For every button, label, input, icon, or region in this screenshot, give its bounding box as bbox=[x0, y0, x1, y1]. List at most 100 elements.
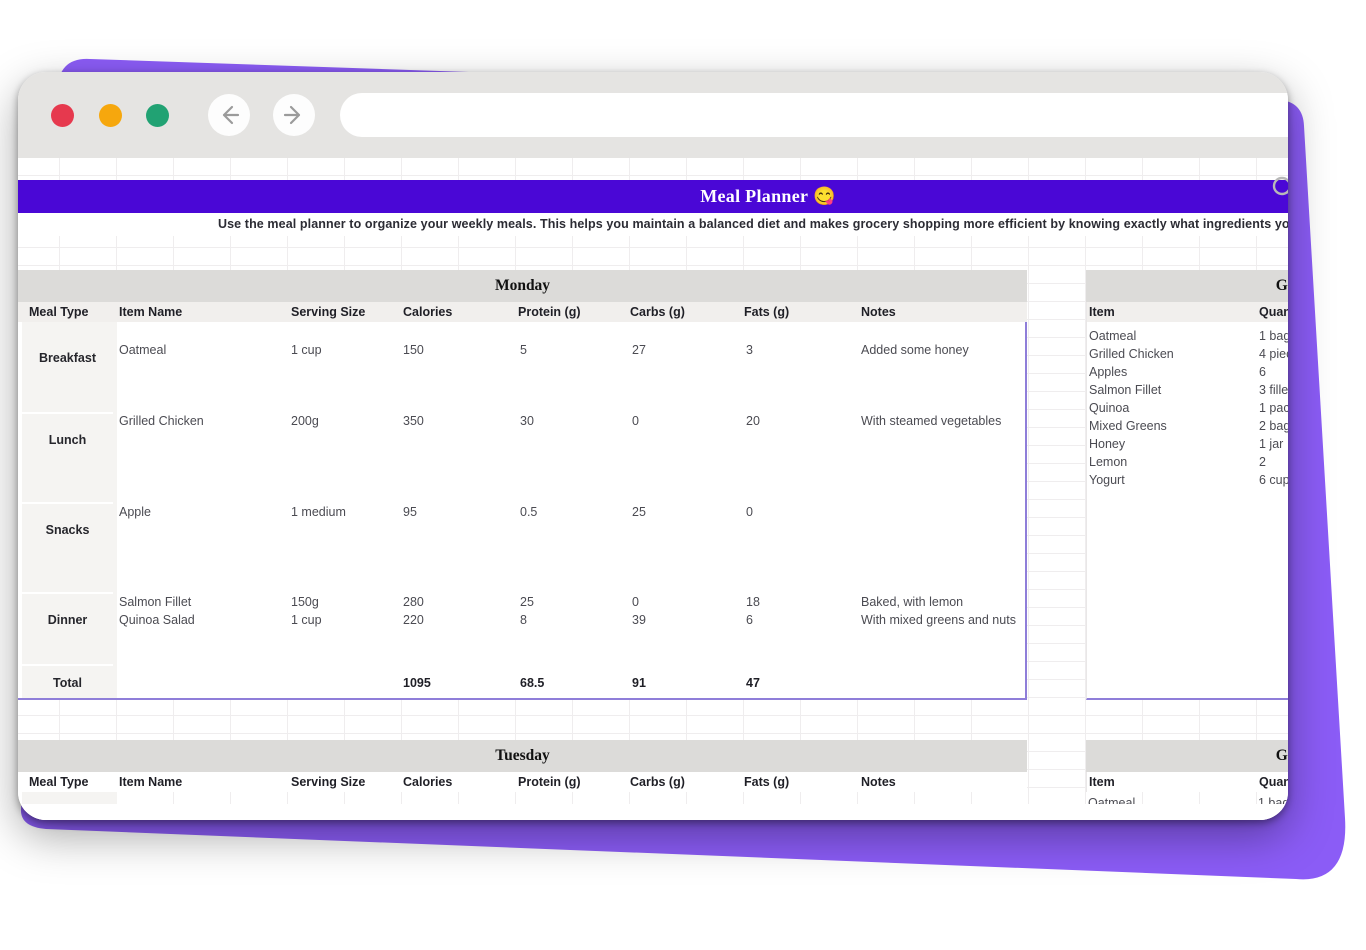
cell-item[interactable]: Quinoa Salad bbox=[119, 611, 195, 629]
cell-grocery-qty[interactable]: 4 pieces bbox=[1259, 345, 1288, 363]
cell-grocery-item[interactable]: Quinoa bbox=[1089, 399, 1129, 417]
cell-item[interactable]: Oatmeal bbox=[119, 341, 166, 359]
cell-protein[interactable]: 5 bbox=[520, 341, 527, 359]
cell-notes[interactable]: With mixed greens and nuts bbox=[861, 611, 1016, 629]
grocery-row[interactable]: Oatmeal 1 bag bbox=[1087, 327, 1288, 345]
cell-calories[interactable]: 95 bbox=[403, 503, 417, 521]
cell-total-calories[interactable]: 1095 bbox=[403, 674, 431, 692]
cell-serving[interactable]: 1 medium bbox=[291, 503, 346, 521]
cell-grocery-item[interactable]: Salmon Fillet bbox=[1089, 381, 1161, 399]
cell-calories[interactable]: 150 bbox=[403, 341, 424, 359]
table-row[interactable]: Oatmeal 1 cup 150 5 27 3 Added some hone… bbox=[18, 341, 1025, 359]
col-header-item-name: Item Name bbox=[119, 305, 183, 319]
col-header-calories: Calories bbox=[403, 775, 453, 789]
forward-button[interactable] bbox=[273, 94, 315, 136]
cell-grocery-item[interactable]: Oatmeal bbox=[1089, 327, 1136, 345]
grocery-row[interactable]: Yogurt 6 cups bbox=[1087, 471, 1288, 489]
cell-notes[interactable]: With steamed vegetables bbox=[861, 412, 1001, 430]
grocery-row[interactable]: Salmon Fillet 3 fillets bbox=[1087, 381, 1288, 399]
monday-banner[interactable]: Monday bbox=[18, 270, 1027, 302]
col-header-notes: Notes bbox=[861, 775, 896, 789]
cell-grocery-item[interactable]: Honey bbox=[1089, 435, 1125, 453]
sheet-title-bar[interactable] bbox=[18, 180, 1288, 213]
col-header-protein: Protein (g) bbox=[518, 775, 581, 789]
cell-serving[interactable]: 1 cup bbox=[291, 341, 322, 359]
cell-serving[interactable]: 200g bbox=[291, 412, 319, 430]
cell-fats[interactable]: 18 bbox=[746, 593, 760, 611]
address-bar-input[interactable] bbox=[340, 93, 1288, 137]
cell-total-fats[interactable]: 47 bbox=[746, 674, 760, 692]
grocery-row[interactable]: Grilled Chicken 4 pieces bbox=[1087, 345, 1288, 363]
cell-grocery-item[interactable]: Mixed Greens bbox=[1089, 417, 1167, 435]
cell-item[interactable]: Salmon Fillet bbox=[119, 593, 191, 611]
cell-carbs[interactable]: 0 bbox=[632, 412, 639, 430]
cell-grocery-qty[interactable]: 2 bbox=[1259, 453, 1266, 471]
cell-grocery-qty[interactable]: 1 jar bbox=[1259, 435, 1283, 453]
grocery-list-banner-tuesday[interactable]: Grocery List bbox=[1086, 740, 1288, 772]
spreadsheet: Meal Planner 😋 Use the meal planner to o… bbox=[18, 158, 1288, 820]
cell-grocery-qty[interactable]: 1 pack bbox=[1259, 399, 1288, 417]
grocery-header-row[interactable]: Item Quantity bbox=[1086, 302, 1288, 322]
cell-protein[interactable]: 25 bbox=[520, 593, 534, 611]
monday-header-row[interactable]: Meal Type Item Name Serving Size Calorie… bbox=[18, 302, 1027, 322]
col-header-quantity: Quantity bbox=[1259, 775, 1288, 789]
tuesday-banner[interactable]: Tuesday bbox=[18, 740, 1027, 772]
cell-grocery-item[interactable]: Grilled Chicken bbox=[1089, 345, 1174, 363]
cell-carbs[interactable]: 27 bbox=[632, 341, 646, 359]
cell-grocery-qty[interactable]: 1 bag bbox=[1259, 327, 1288, 345]
sheet-subtitle: Use the meal planner to organize your we… bbox=[218, 217, 1288, 231]
cell-total-carbs[interactable]: 91 bbox=[632, 674, 646, 692]
grocery-row[interactable]: Lemon 2 bbox=[1087, 453, 1288, 471]
meal-type-lunch[interactable]: Lunch bbox=[18, 431, 117, 449]
cell-serving[interactable]: 1 cup bbox=[291, 611, 322, 629]
cell-fats[interactable]: 0 bbox=[746, 503, 753, 521]
grocery-list-banner[interactable]: Grocery List bbox=[1086, 270, 1288, 302]
cell-protein[interactable]: 0.5 bbox=[520, 503, 537, 521]
grocery-row[interactable]: Apples 6 bbox=[1087, 363, 1288, 381]
maximize-window-button[interactable] bbox=[146, 104, 169, 127]
minimize-window-button[interactable] bbox=[99, 104, 122, 127]
cell-fats[interactable]: 20 bbox=[746, 412, 760, 430]
col-header-serving-size: Serving Size bbox=[291, 305, 366, 319]
cell-notes[interactable]: Baked, with lemon bbox=[861, 593, 963, 611]
grocery-list-banner-label: Grocery List bbox=[1275, 277, 1288, 294]
cell-grocery-qty[interactable]: 3 fillets bbox=[1259, 381, 1288, 399]
cell-calories[interactable]: 350 bbox=[403, 412, 424, 430]
cell-protein[interactable]: 8 bbox=[520, 611, 527, 629]
cell-protein[interactable]: 30 bbox=[520, 412, 534, 430]
meal-type-snacks[interactable]: Snacks bbox=[18, 521, 117, 539]
cell-grocery-item[interactable]: Apples bbox=[1089, 363, 1127, 381]
cell-serving[interactable]: 150g bbox=[291, 593, 319, 611]
close-window-button[interactable] bbox=[51, 104, 74, 127]
table-row[interactable]: Apple 1 medium 95 0.5 25 0 bbox=[18, 503, 1025, 521]
cell-grocery-item[interactable]: Yogurt bbox=[1089, 471, 1125, 489]
tuesday-header-row[interactable]: Meal Type Item Name Serving Size Calorie… bbox=[18, 772, 1027, 792]
cell-grocery-qty[interactable]: 6 cups bbox=[1259, 471, 1288, 489]
cell-total-protein[interactable]: 68.5 bbox=[520, 674, 544, 692]
back-button[interactable] bbox=[208, 94, 250, 136]
grocery-row[interactable]: Mixed Greens 2 bags bbox=[1087, 417, 1288, 435]
cell-carbs[interactable]: 25 bbox=[632, 503, 646, 521]
grocery-row[interactable]: Honey 1 jar bbox=[1087, 435, 1288, 453]
cell-carbs[interactable]: 0 bbox=[632, 593, 639, 611]
grocery-header-row-tuesday[interactable]: Item Quantity bbox=[1086, 772, 1288, 792]
total-row[interactable]: 1095 68.5 91 47 bbox=[18, 674, 1025, 692]
search-icon[interactable] bbox=[1270, 175, 1288, 201]
cell-grocery-qty[interactable]: 2 bags bbox=[1259, 417, 1288, 435]
table-row[interactable]: Grilled Chicken 200g 350 30 0 20 With st… bbox=[18, 412, 1025, 430]
cell-fats[interactable]: 6 bbox=[746, 611, 753, 629]
cell-grocery-qty[interactable]: 6 bbox=[1259, 363, 1266, 381]
cell-calories[interactable]: 220 bbox=[403, 611, 424, 629]
col-header-carbs: Carbs (g) bbox=[630, 305, 685, 319]
cell-fats[interactable]: 3 bbox=[746, 341, 753, 359]
cell-item[interactable]: Apple bbox=[119, 503, 151, 521]
cell-grocery-item[interactable]: Lemon bbox=[1089, 453, 1127, 471]
cell-item[interactable]: Grilled Chicken bbox=[119, 412, 204, 430]
arrow-left-icon bbox=[222, 105, 240, 125]
cell-carbs[interactable]: 39 bbox=[632, 611, 646, 629]
cell-notes[interactable]: Added some honey bbox=[861, 341, 969, 359]
cell-calories[interactable]: 280 bbox=[403, 593, 424, 611]
grocery-row[interactable]: Quinoa 1 pack bbox=[1087, 399, 1288, 417]
table-row[interactable]: Quinoa Salad 1 cup 220 8 39 6 With mixed… bbox=[18, 611, 1025, 629]
table-row[interactable]: Salmon Fillet 150g 280 25 0 18 Baked, wi… bbox=[18, 593, 1025, 611]
